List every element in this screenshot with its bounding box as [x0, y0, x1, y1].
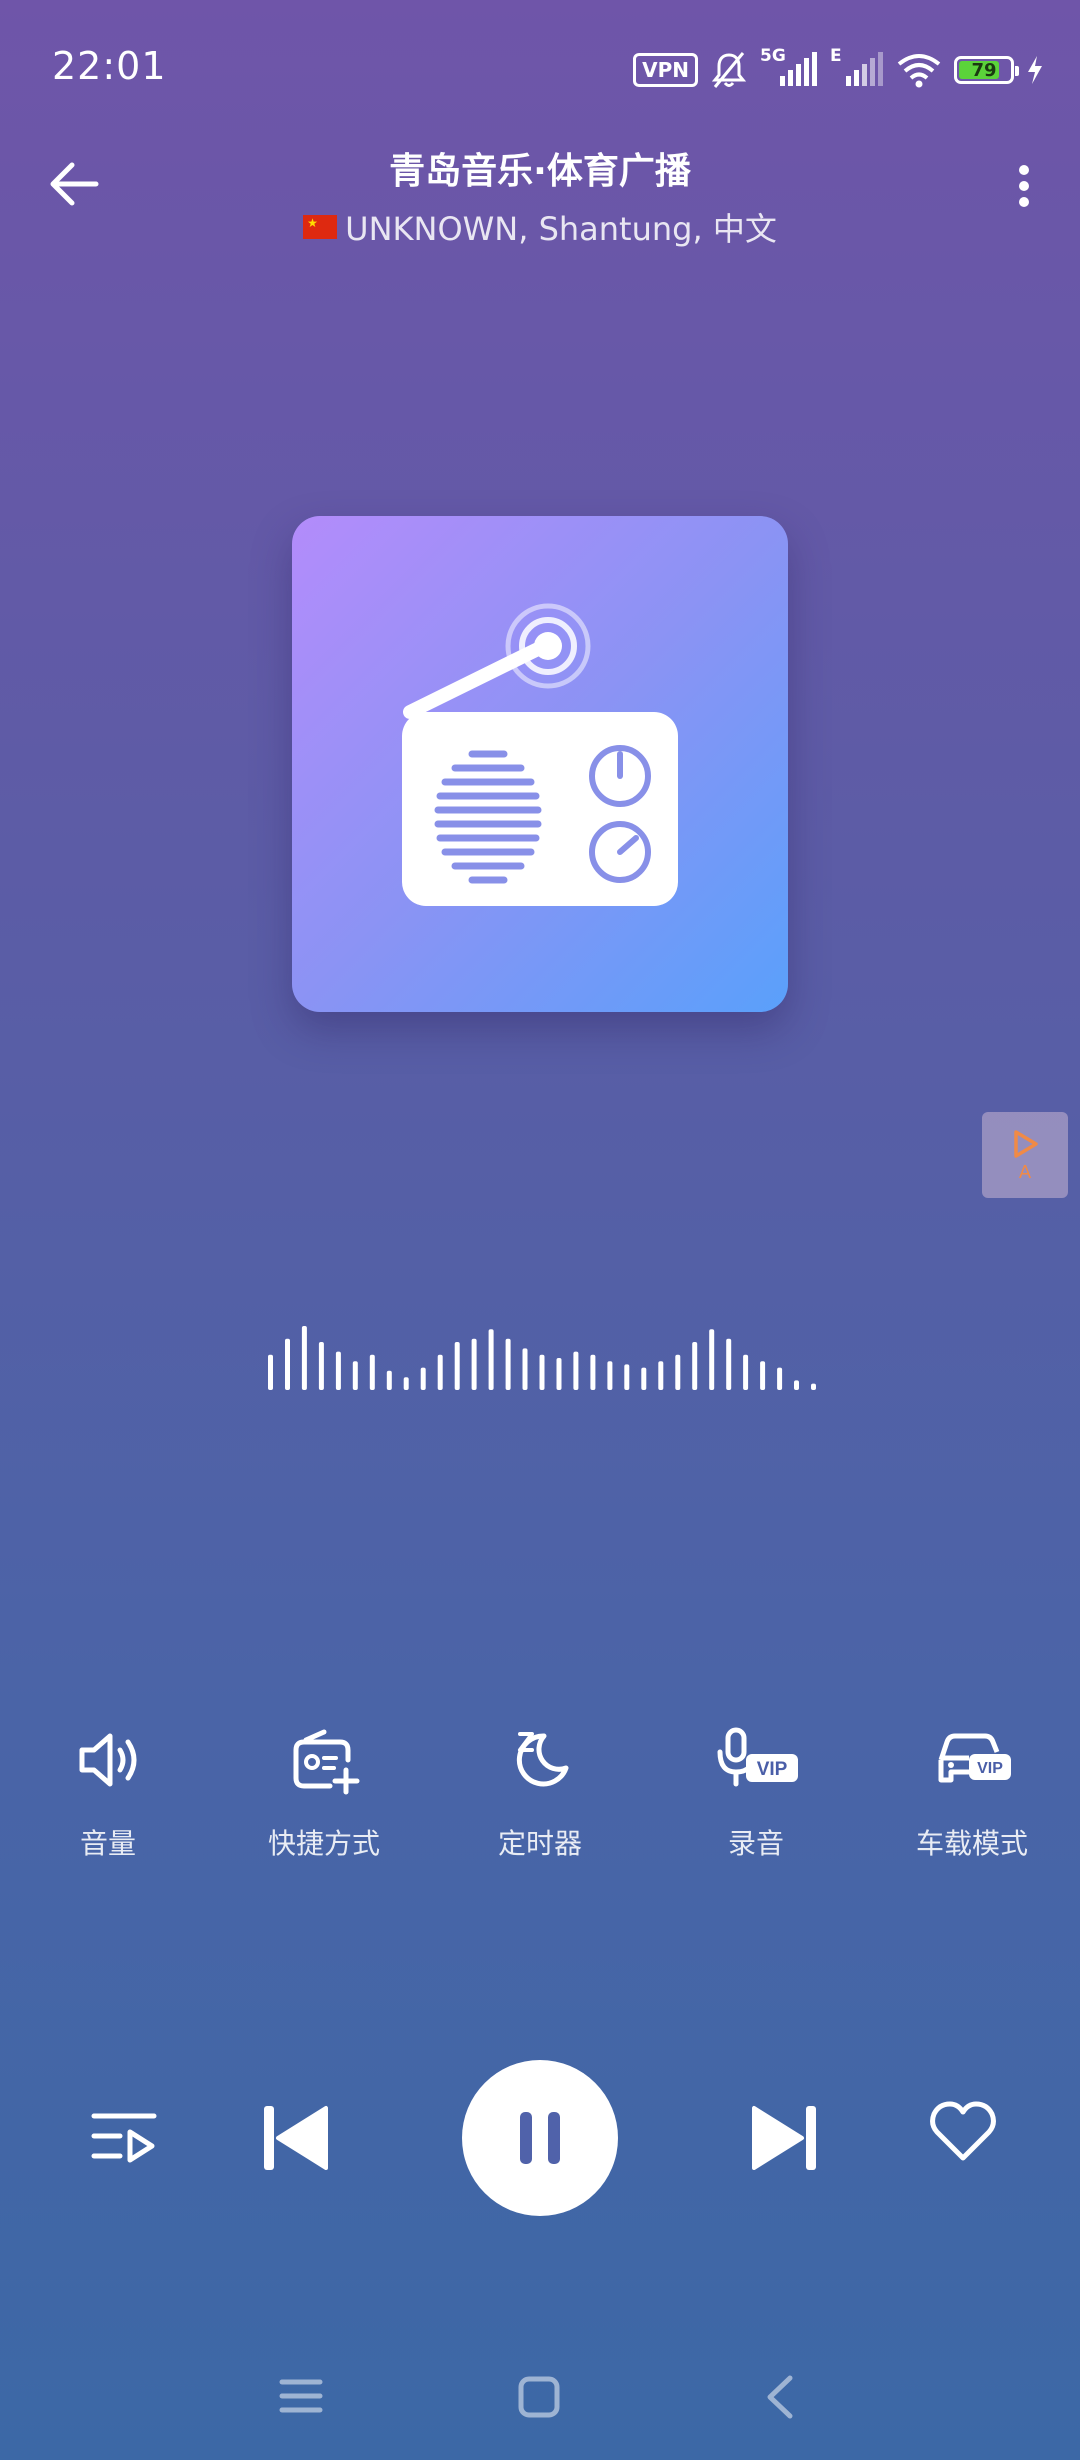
next-button[interactable] [748, 2100, 824, 2180]
more-dot-icon [1019, 165, 1029, 175]
waveform-bar [726, 1338, 732, 1390]
waveform-bar [760, 1361, 766, 1390]
volume-button[interactable]: 音量 [8, 1720, 208, 1862]
waveform-bar [692, 1342, 698, 1390]
volume-label: 音量 [79, 1827, 136, 1860]
waveform-bar [471, 1338, 477, 1390]
play-triangle-icon [1014, 1129, 1038, 1158]
previous-button[interactable] [256, 2100, 332, 2180]
waveform-bar [607, 1361, 613, 1390]
audio-waveform [268, 1326, 816, 1390]
station-title: 青岛音乐·体育广播 [389, 151, 691, 192]
station-location: UNKNOWN, Shantung, 中文 [345, 210, 777, 248]
waveform-bar [522, 1348, 528, 1390]
battery-icon: 79 [954, 56, 1019, 84]
waveform-bar [454, 1342, 460, 1390]
playlist-icon [91, 2113, 157, 2163]
shortcut-label: 快捷方式 [267, 1827, 380, 1860]
waveform-bar [658, 1361, 664, 1390]
wifi-icon [897, 54, 941, 88]
shortcut-button[interactable]: 快捷方式 [224, 1720, 424, 1862]
waveform-bar [675, 1354, 681, 1390]
status-bar: 22:01 VPN 5G E 79 [0, 0, 1080, 120]
floating-badge-letter: A [1018, 1161, 1032, 1183]
more-dot-icon [1019, 181, 1029, 191]
waveform-bar [369, 1354, 375, 1390]
menu-icon [279, 2379, 323, 2413]
waveform-bar [777, 1367, 783, 1390]
waveform-bar [437, 1354, 443, 1390]
status-icons: VPN 5G E 79 [633, 46, 1044, 90]
station-artwork [292, 516, 788, 1012]
back-chevron-icon [767, 2375, 793, 2419]
waveform-bar [590, 1354, 596, 1390]
waveform-bar [301, 1326, 307, 1390]
shortcut-radio-icon [293, 1729, 360, 1795]
sleep-timer-icon [516, 1732, 569, 1787]
nav-menu-button[interactable] [278, 2374, 324, 2422]
waveform-bar [335, 1351, 341, 1390]
battery-level: 79 [971, 59, 997, 81]
nav-back-button[interactable] [760, 2372, 800, 2426]
signal-5g-icon: 5G [760, 46, 818, 88]
sleep-timer-button[interactable]: 定时器 [440, 1720, 640, 1862]
record-button[interactable]: VIP 录音 [656, 1720, 856, 1862]
waveform-bar [420, 1367, 426, 1390]
playlist-button[interactable] [84, 2102, 160, 2178]
vpn-icon: VPN [633, 53, 698, 87]
heart-outline-icon [930, 2101, 996, 2161]
waveform-bar [268, 1354, 273, 1390]
home-square-icon [518, 2376, 560, 2418]
waveform-bar [386, 1370, 392, 1390]
record-vip-icon: VIP [717, 1727, 798, 1787]
waveform-bar [811, 1383, 816, 1390]
car-mode-vip-icon: VIP [938, 1733, 1011, 1783]
player-controls [0, 2060, 1080, 2220]
more-options-button[interactable] [1004, 156, 1044, 216]
volume-icon [79, 1733, 137, 1787]
china-flag-icon [303, 215, 338, 239]
waveform-bar [285, 1338, 290, 1390]
record-label: 录音 [727, 1827, 784, 1860]
nav-home-button[interactable] [516, 2374, 562, 2424]
back-button[interactable] [44, 152, 108, 216]
waveform-bar [624, 1364, 630, 1390]
pause-icon [520, 2112, 560, 2164]
system-nav-bar [0, 2340, 1080, 2450]
waveform-bar [318, 1342, 324, 1390]
waveform-bar [403, 1377, 409, 1390]
waveform-bar [488, 1329, 494, 1390]
signal-e-icon: E [830, 46, 884, 88]
status-time: 22:01 [52, 44, 167, 88]
car-mode-label: 车载模式 [915, 1827, 1028, 1860]
arrow-left-icon [50, 162, 99, 206]
waveform-bar [743, 1354, 749, 1390]
sleep-timer-label: 定时器 [497, 1827, 582, 1860]
waveform-bar [352, 1361, 358, 1390]
skip-previous-icon [264, 2106, 328, 2170]
favorite-button[interactable] [928, 2100, 998, 2168]
skip-next-icon [752, 2106, 816, 2170]
bell-muted-icon [711, 52, 747, 88]
floating-play-badge[interactable]: A [982, 1112, 1068, 1198]
radio-icon [402, 603, 678, 906]
waveform-bar [641, 1367, 647, 1390]
waveform-bar [709, 1329, 715, 1390]
car-mode-button[interactable]: VIP 车载模式 [872, 1720, 1072, 1862]
waveform-bar [539, 1354, 545, 1390]
charging-bolt-icon [1028, 56, 1042, 84]
waveform-bar [794, 1380, 799, 1390]
more-dot-icon [1019, 197, 1029, 207]
waveform-bar [505, 1338, 511, 1390]
record-vip-badge: VIP [757, 1759, 788, 1780]
waveform-bar [556, 1358, 562, 1390]
station-subtitle: UNKNOWN, Shantung, 中文 [200, 204, 880, 250]
waveform-bar [573, 1351, 579, 1390]
car-vip-badge: VIP [977, 1760, 1003, 1777]
pause-button[interactable] [462, 2060, 618, 2216]
